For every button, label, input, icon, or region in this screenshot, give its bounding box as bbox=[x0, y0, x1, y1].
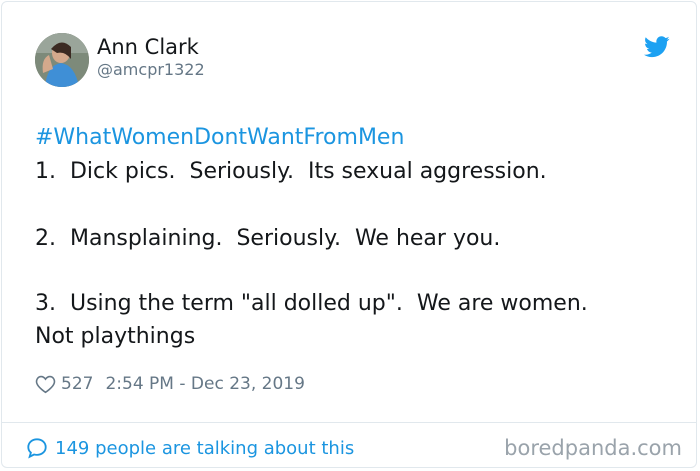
tweet-meta: 527 2:54 PM - Dec 23, 2019 bbox=[35, 372, 305, 396]
tweet-line-3: 3. Using the term "all dolled up". We ar… bbox=[35, 291, 588, 316]
author-handle[interactable]: @amcpr1322 bbox=[97, 60, 205, 80]
conversation-link[interactable]: 149 people are talking about this bbox=[26, 435, 354, 461]
hashtag-link[interactable]: #WhatWomenDontWantFromMen bbox=[35, 124, 404, 152]
like-count[interactable]: 527 bbox=[61, 374, 93, 394]
tweet-card: Ann Clark @amcpr1322 #WhatWomenDontWantF… bbox=[1, 1, 697, 468]
tweet-line-1: 1. Dick pics. Seriously. Its sexual aggr… bbox=[35, 159, 547, 184]
speech-bubble-icon bbox=[27, 438, 47, 459]
tweet-line-2: 2. Mansplaining. Seriously. We hear you. bbox=[35, 226, 501, 251]
heart-icon[interactable] bbox=[35, 374, 56, 394]
tweet-line-4: Not playthings bbox=[35, 324, 196, 349]
avatar[interactable] bbox=[35, 33, 89, 87]
author-name[interactable]: Ann Clark bbox=[97, 35, 199, 59]
timestamp[interactable]: 2:54 PM - Dec 23, 2019 bbox=[105, 374, 304, 394]
conversation-text: 149 people are talking about this bbox=[55, 437, 355, 459]
footer-divider bbox=[2, 422, 696, 423]
watermark: boredpanda.com bbox=[504, 436, 682, 460]
twitter-bird-icon[interactable] bbox=[644, 36, 670, 58]
